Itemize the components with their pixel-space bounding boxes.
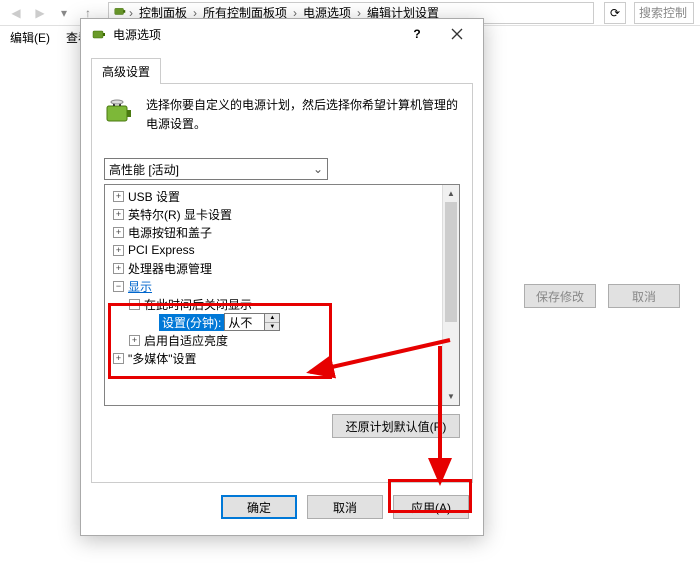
scroll-thumb[interactable]: [445, 202, 457, 322]
expand-icon[interactable]: +: [113, 353, 124, 364]
collapse-icon[interactable]: −: [113, 281, 124, 292]
chevron-down-icon: ⌄: [313, 162, 323, 176]
expand-icon[interactable]: +: [113, 245, 124, 256]
expand-icon[interactable]: +: [113, 227, 124, 238]
collapse-icon[interactable]: −: [129, 299, 140, 310]
expand-icon[interactable]: +: [113, 209, 124, 220]
spinner[interactable]: ▲ ▼: [264, 313, 280, 331]
save-changes-button: 保存修改: [524, 284, 596, 308]
spin-down-icon[interactable]: ▼: [265, 323, 279, 331]
display-node[interactable]: 显示: [128, 278, 152, 295]
battery-plug-icon: [104, 96, 136, 128]
nav-history-icon[interactable]: ▾: [54, 3, 74, 23]
nav-back-icon[interactable]: ◀: [6, 3, 26, 23]
ok-button[interactable]: 确定: [221, 495, 297, 519]
menu-edit[interactable]: 编辑(E): [6, 27, 54, 48]
plan-selected-label: 高性能 [活动]: [109, 161, 179, 178]
help-button[interactable]: ?: [397, 20, 437, 48]
tab-advanced[interactable]: 高级设置: [91, 58, 161, 84]
refresh-button[interactable]: ⟳: [604, 2, 626, 24]
setting-value-input[interactable]: 从不: [224, 313, 264, 331]
cancel-button[interactable]: 取消: [307, 495, 383, 519]
expand-icon[interactable]: +: [129, 335, 140, 346]
search-input[interactable]: 搜索控制: [634, 2, 694, 24]
scroll-down-icon[interactable]: ▼: [443, 388, 459, 405]
apply-button[interactable]: 应用(A): [393, 495, 469, 519]
cancel-button-bg[interactable]: 取消: [608, 284, 680, 308]
settings-tree[interactable]: +USB 设置 +英特尔(R) 显卡设置 +电源按钮和盖子 +PCI Expre…: [105, 185, 442, 405]
battery-icon: [91, 26, 107, 42]
close-button[interactable]: [437, 20, 477, 48]
nav-forward-icon: ▶: [30, 3, 50, 23]
scroll-up-icon[interactable]: ▲: [443, 185, 459, 202]
power-options-dialog: 电源选项 ? 高级设置 选择你要自定义的电源计划，然后选择你希望计算机管理的电源…: [80, 18, 484, 536]
tree-scrollbar[interactable]: ▲ ▼: [442, 185, 459, 405]
plan-dropdown[interactable]: 高性能 [活动] ⌄: [104, 158, 328, 180]
restore-defaults-button[interactable]: 还原计划默认值(R): [332, 414, 460, 438]
settings-tree-container: +USB 设置 +英特尔(R) 显卡设置 +电源按钮和盖子 +PCI Expre…: [104, 184, 460, 406]
dialog-title: 电源选项: [113, 26, 397, 43]
setting-label[interactable]: 设置(分钟):: [159, 314, 224, 331]
spin-up-icon[interactable]: ▲: [265, 314, 279, 323]
titlebar: 电源选项 ?: [81, 19, 483, 49]
setting-row: 设置(分钟): 从不 ▲ ▼: [159, 313, 442, 331]
expand-icon[interactable]: +: [113, 191, 124, 202]
intro-text: 选择你要自定义的电源计划，然后选择你希望计算机管理的电源设置。: [146, 96, 460, 134]
background-buttons: 保存修改 取消: [524, 284, 680, 308]
expand-icon[interactable]: +: [113, 263, 124, 274]
